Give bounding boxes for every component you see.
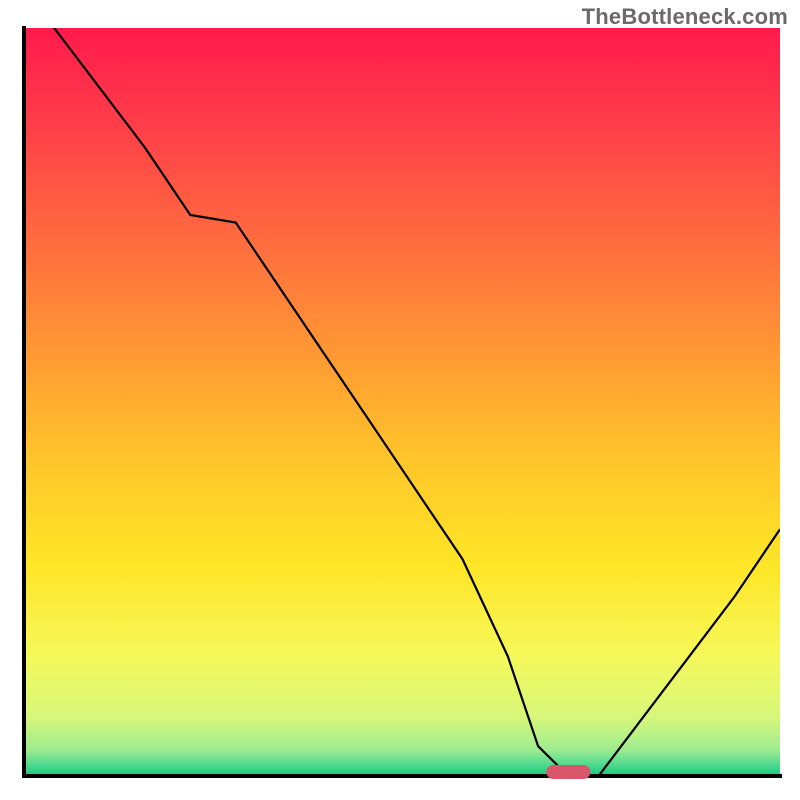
chart-svg — [0, 0, 800, 800]
bottleneck-chart: TheBottleneck.com — [0, 0, 800, 800]
gradient-background — [24, 28, 780, 776]
watermark-label: TheBottleneck.com — [582, 4, 788, 30]
optimal-point-marker — [546, 765, 590, 779]
